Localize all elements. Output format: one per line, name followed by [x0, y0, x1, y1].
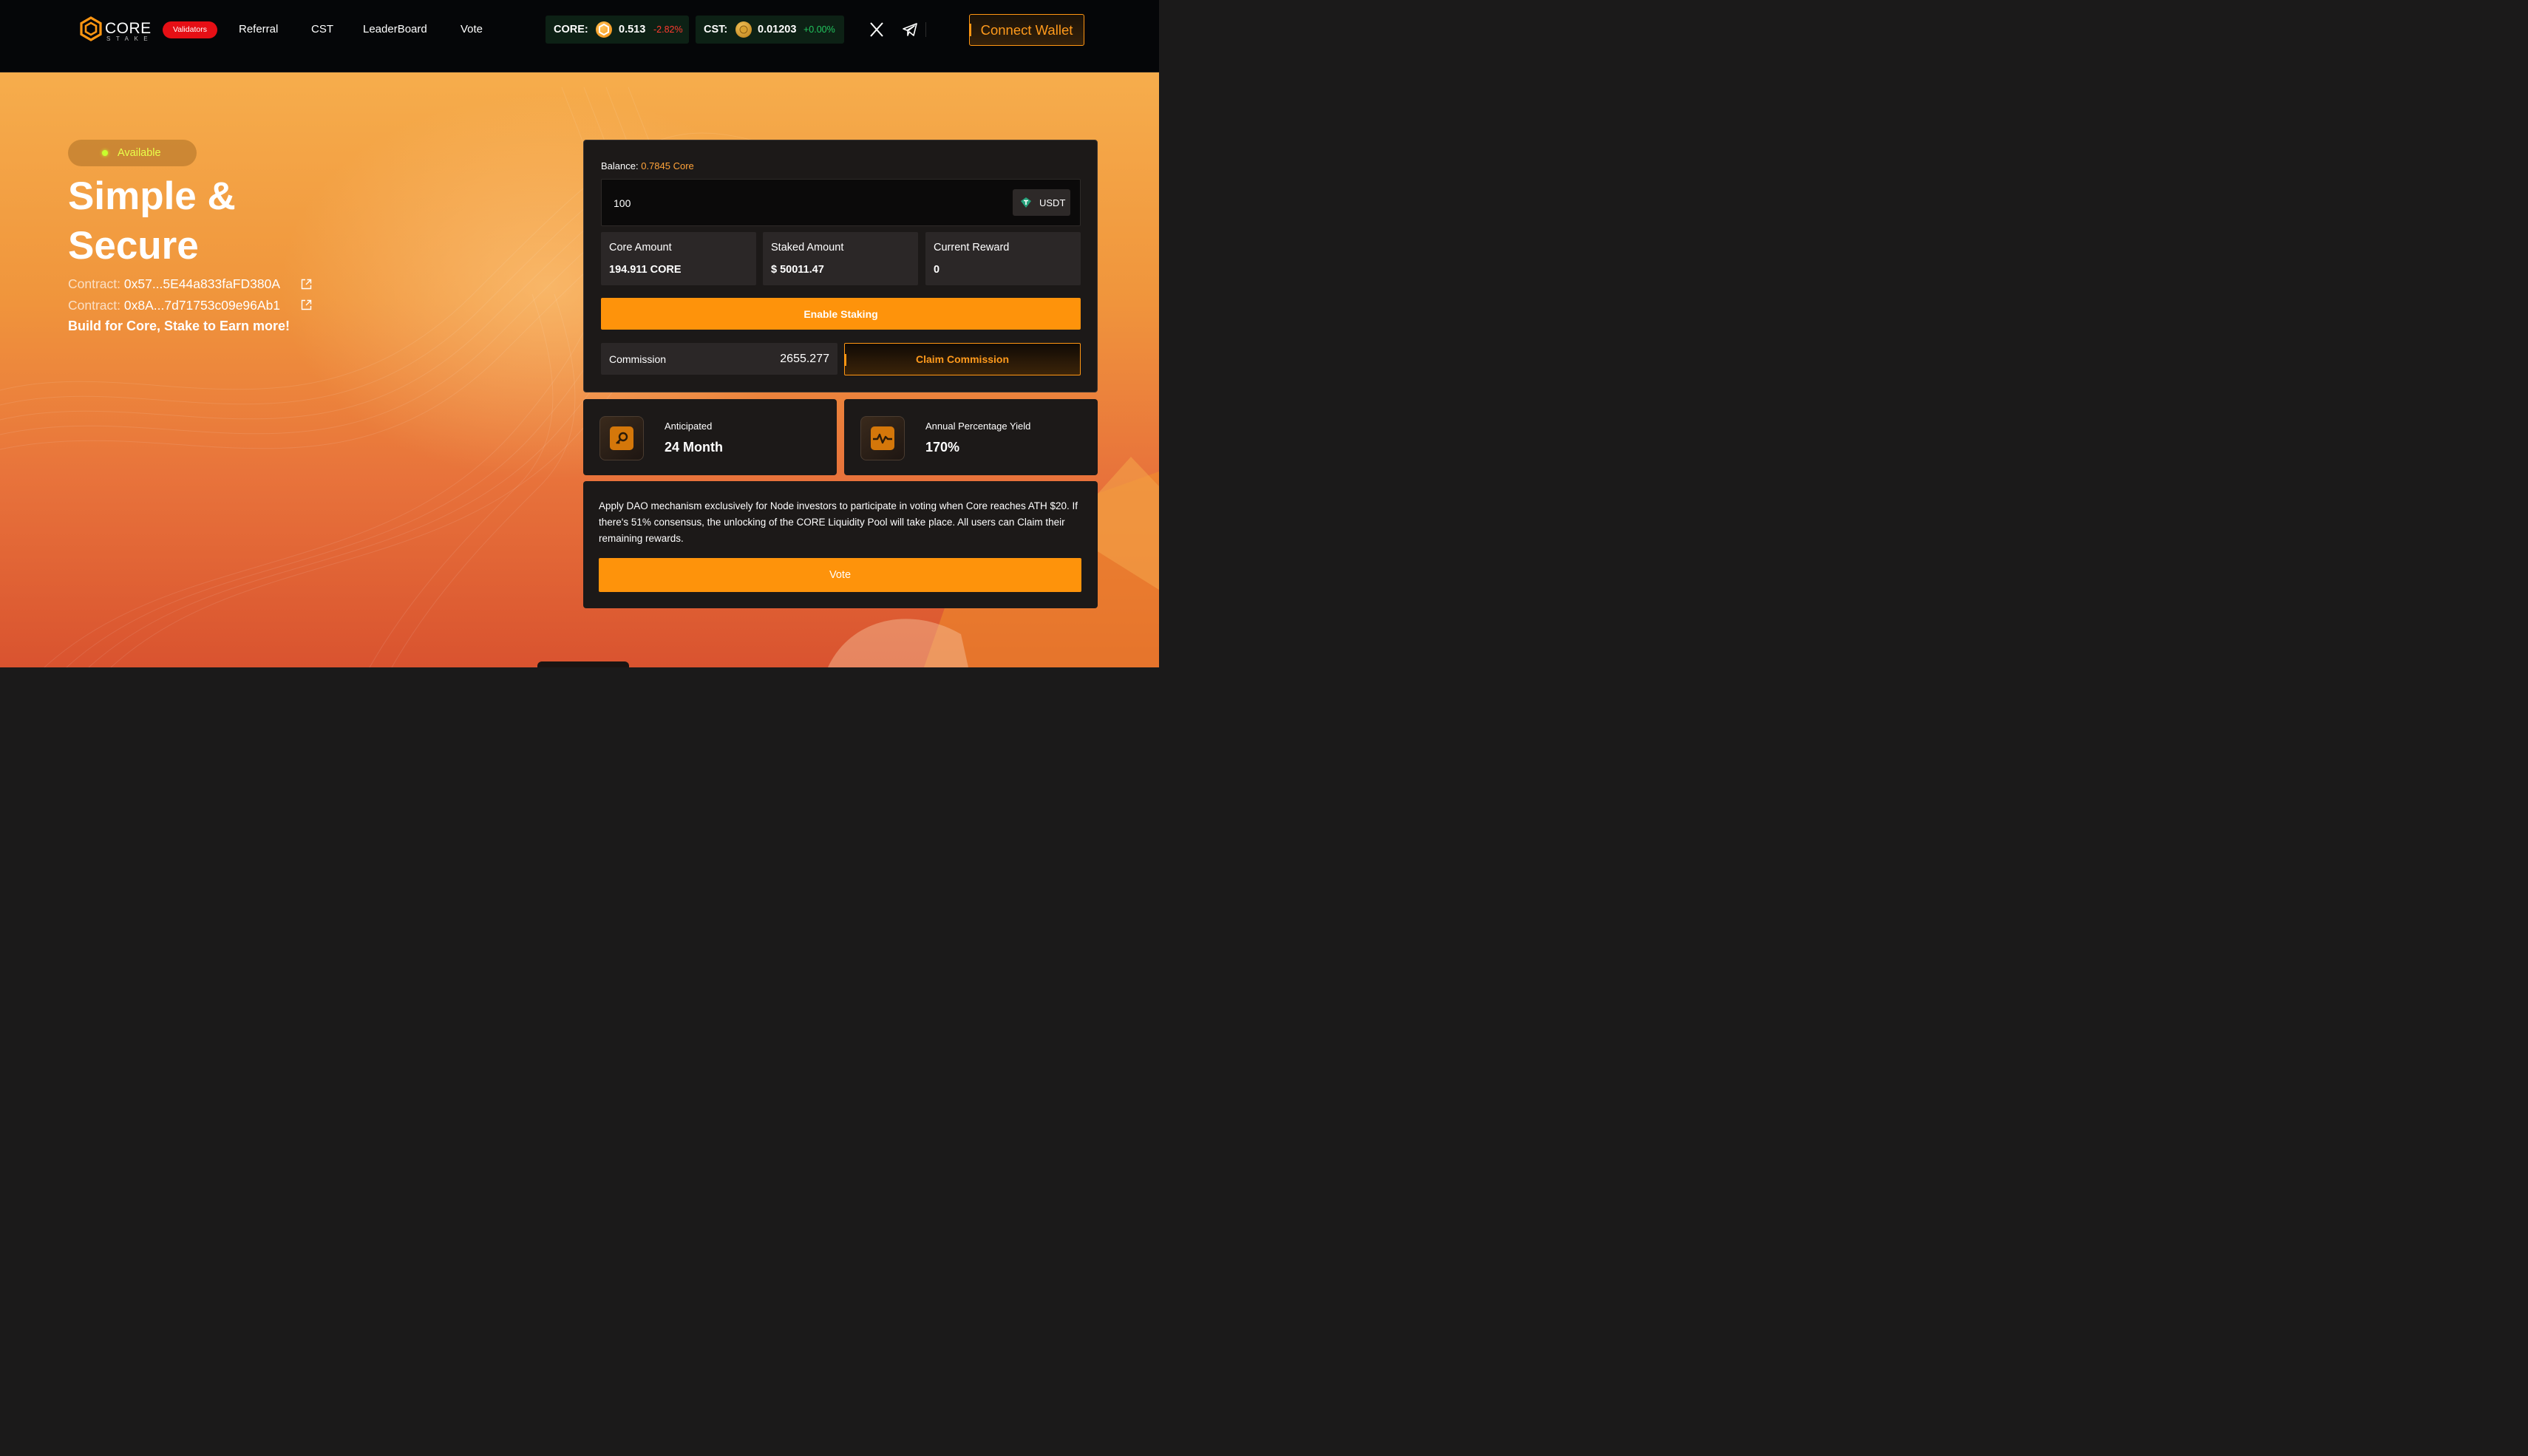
- card-label: Annual Percentage Yield: [925, 421, 1031, 432]
- nav-leaderboard[interactable]: LeaderBoard: [363, 23, 427, 35]
- contract-key: Contract:: [68, 298, 120, 313]
- balance-label: Balance:: [601, 160, 639, 171]
- status-label: Available: [118, 147, 161, 159]
- staking-panel: Balance: 0.7845 Core USDT Core Amount 19…: [583, 140, 1098, 392]
- cst-coin-icon: [735, 21, 752, 38]
- stat-label: Current Reward: [934, 242, 1010, 254]
- card-value: 24 Month: [665, 440, 723, 455]
- headline-line-2: Secure: [68, 224, 199, 268]
- contract-address[interactable]: 0x57...5E44a833faFD380A: [124, 276, 280, 291]
- connect-wallet-button[interactable]: Connect Wallet: [969, 14, 1084, 46]
- nav-vote[interactable]: Vote: [461, 23, 483, 35]
- hero-tagline: Build for Core, Stake to Earn more!: [68, 319, 290, 333]
- icon-tile: [860, 416, 905, 460]
- cst-price-ticker: CST: 0.01203 +0.00%: [696, 16, 844, 44]
- card-value: 170%: [925, 440, 960, 455]
- usdt-icon: [1021, 197, 1031, 208]
- core-hexagon-logo: [80, 16, 102, 41]
- nav-cst[interactable]: CST: [311, 23, 333, 35]
- stat-value: $ 50011.47: [771, 264, 824, 276]
- stat-value: 194.911 CORE: [609, 264, 682, 276]
- core-coin-icon: [596, 21, 612, 38]
- telegram-icon[interactable]: [901, 21, 919, 38]
- claim-commission-button[interactable]: Claim Commission: [844, 343, 1081, 375]
- external-link-icon[interactable]: [301, 299, 312, 310]
- x-icon[interactable]: [868, 21, 886, 38]
- token-label: USDT: [1039, 197, 1066, 208]
- anticipated-card: Anticipated 24 Month: [583, 399, 837, 475]
- ticker-change: -2.82%: [653, 24, 683, 35]
- external-link-icon[interactable]: [301, 279, 312, 290]
- validators-button[interactable]: Validators: [163, 21, 217, 38]
- dao-panel: Apply DAO mechanism exclusively for Node…: [583, 481, 1098, 608]
- balance-row: Balance: 0.7845 Core: [601, 160, 694, 171]
- stat-core-amount: Core Amount 194.911 CORE: [601, 232, 756, 285]
- hero-headline: Simple & Secure: [68, 171, 305, 271]
- contract-key: Contract:: [68, 276, 120, 291]
- commission-box: Commission 2655.277: [601, 343, 837, 375]
- headline-line-1: Simple &: [68, 174, 236, 218]
- status-badge: Available: [68, 140, 197, 166]
- ticker-price: 0.01203: [758, 24, 797, 35]
- amount-input[interactable]: [612, 194, 970, 212]
- vote-button[interactable]: Vote: [599, 558, 1081, 592]
- stat-value: 0: [934, 264, 940, 276]
- token-selector[interactable]: USDT: [1013, 189, 1070, 216]
- card-label: Anticipated: [665, 421, 713, 432]
- hero-section: Available Simple & Secure Contract: 0x57…: [0, 72, 1159, 667]
- amount-field: USDT: [601, 179, 1081, 226]
- logo-subtitle: STAKE: [106, 35, 154, 42]
- core-stake-logo[interactable]: CORE STAKE: [80, 16, 154, 43]
- bottom-tab-handle: [537, 661, 629, 667]
- apy-card: Annual Percentage Yield 170%: [844, 399, 1098, 475]
- commission-value: 2655.277: [780, 353, 829, 365]
- status-dot-icon: [102, 150, 108, 156]
- header-divider: [925, 22, 926, 37]
- key-icon: [616, 432, 628, 444]
- icon-tile: [599, 416, 644, 460]
- stat-current-reward: Current Reward 0: [925, 232, 1081, 285]
- ticker-label: CST:: [704, 24, 728, 35]
- core-price-ticker: CORE: 0.513 -2.82%: [546, 16, 689, 44]
- dao-description: Apply DAO mechanism exclusively for Node…: [599, 500, 1078, 544]
- stat-label: Core Amount: [609, 242, 672, 254]
- contract-address[interactable]: 0x8A...7d71753c09e96Ab1: [124, 298, 280, 313]
- stat-label: Staked Amount: [771, 242, 844, 254]
- pulse-chart-icon: [873, 433, 892, 444]
- contract-row: Contract: 0x8A...7d71753c09e96Ab1: [68, 298, 280, 313]
- commission-label: Commission: [609, 353, 667, 365]
- enable-staking-button[interactable]: Enable Staking: [601, 298, 1081, 330]
- ticker-change: +0.00%: [803, 24, 835, 35]
- nav-referral[interactable]: Referral: [239, 23, 278, 35]
- ticker-label: CORE:: [554, 24, 588, 35]
- balance-value: 0.7845 Core: [641, 160, 694, 171]
- contract-row: Contract: 0x57...5E44a833faFD380A: [68, 276, 280, 292]
- top-navbar: CORE STAKE Validators Referral CST Leade…: [0, 0, 1159, 72]
- ticker-price: 0.513: [619, 24, 646, 35]
- stat-staked-amount: Staked Amount $ 50011.47: [763, 232, 918, 285]
